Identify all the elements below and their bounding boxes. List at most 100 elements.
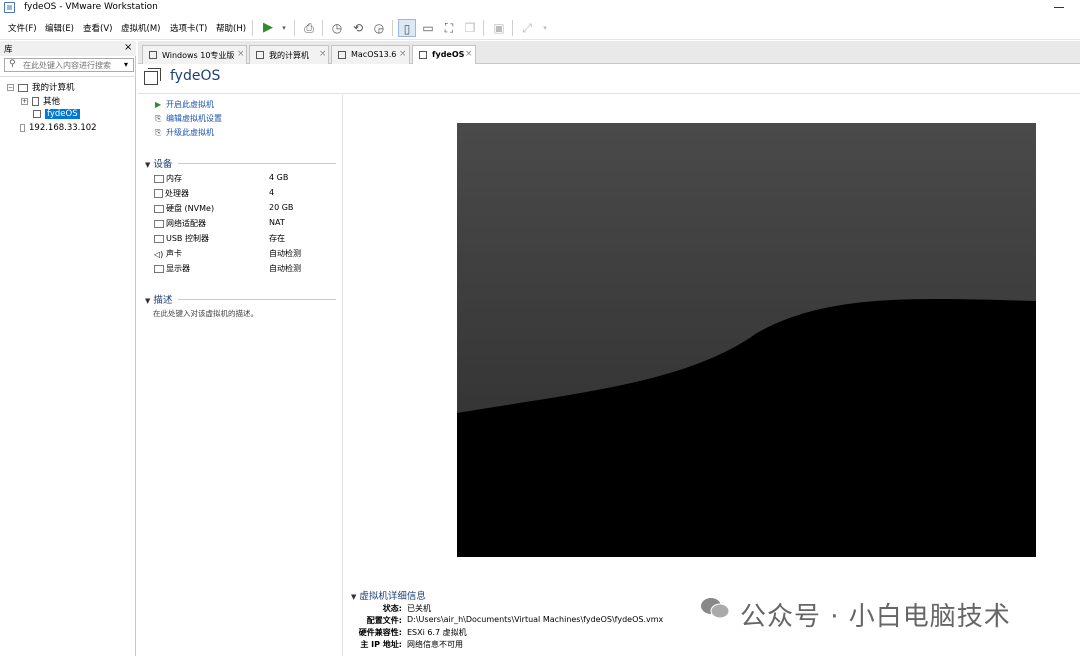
vmware-app-icon bbox=[4, 2, 15, 13]
details-section-header[interactable]: ▼ 虚拟机详细信息 bbox=[351, 588, 426, 602]
tree-label: 其他 bbox=[43, 97, 61, 107]
search-input[interactable] bbox=[23, 60, 119, 71]
vm-header: fydeOS bbox=[138, 64, 1080, 94]
snapshot-icon[interactable]: ◷ bbox=[328, 19, 346, 37]
upgrade-link[interactable]: ⎘ 升级此虚拟机 bbox=[155, 127, 214, 138]
library-tree: − 我的计算机 + 其他 fydeOS 192.168.33.102 bbox=[0, 76, 134, 656]
tab-fydeos[interactable]: fydeOS × bbox=[412, 45, 476, 65]
folder-icon bbox=[32, 97, 39, 106]
device-name: 显示器 bbox=[166, 264, 190, 273]
description-section-header[interactable]: ▼ 描述 bbox=[145, 292, 172, 306]
detail-key: 硬件兼容性: bbox=[358, 628, 402, 637]
vm-title: fydeOS bbox=[170, 68, 221, 84]
detail-status-value: 已关机 bbox=[407, 604, 431, 613]
device-usb[interactable]: USB 控制器 bbox=[154, 233, 209, 244]
window-title: fydeOS - VMware Workstation bbox=[24, 2, 158, 12]
tree-label: 192.168.33.102 bbox=[29, 123, 97, 133]
detail-key: 状态: bbox=[382, 604, 402, 613]
full-screen-icon[interactable]: ⛶ bbox=[440, 19, 458, 37]
device-sound[interactable]: ◁) 声卡 bbox=[154, 248, 182, 259]
device-network[interactable]: 网络适配器 bbox=[154, 218, 206, 229]
vm-icon bbox=[149, 51, 157, 59]
collapse-icon[interactable]: − bbox=[7, 84, 14, 91]
library-title: 库 bbox=[4, 45, 13, 55]
device-hard-disk[interactable]: 硬盘 (NVMe) bbox=[154, 203, 214, 214]
console-view-icon[interactable]: ▣ bbox=[490, 19, 508, 37]
tree-label: 我的计算机 bbox=[32, 83, 75, 93]
search-dropdown-icon[interactable]: ▾ bbox=[124, 60, 128, 69]
show-library-icon[interactable]: ▯ bbox=[398, 19, 416, 37]
vm-screen-preview[interactable] bbox=[457, 123, 1036, 557]
library-panel: 库 × ⚲ ▾ − 我的计算机 + 其他 fydeOS 192.168.33.102 bbox=[0, 41, 136, 656]
device-cpu[interactable]: 处理器 bbox=[154, 188, 189, 199]
vm-icon bbox=[419, 51, 427, 59]
unity-icon[interactable]: ❐ bbox=[461, 19, 479, 37]
menu-file[interactable]: 文件(F) bbox=[8, 22, 37, 34]
detail-compat-value: ESXi 6.7 虚拟机 bbox=[407, 628, 467, 637]
menu-tabs[interactable]: 选项卡(T) bbox=[170, 22, 207, 34]
section-title: 虚拟机详细信息 bbox=[359, 591, 426, 602]
snapshot-manager-icon[interactable]: ◶ bbox=[370, 19, 388, 37]
toolbar-separator bbox=[322, 20, 323, 36]
stretch-dropdown-icon[interactable]: ▾ bbox=[536, 19, 554, 37]
action-label: 升级此虚拟机 bbox=[166, 128, 214, 137]
menu-vm[interactable]: 虚拟机(M) bbox=[121, 22, 160, 34]
device-name: 处理器 bbox=[165, 189, 189, 198]
menu-bar: 文件(F) 编辑(E) 查看(V) 虚拟机(M) 选项卡(T) 帮助(H) ▶ … bbox=[0, 16, 1080, 40]
description-placeholder[interactable]: 在此处键入对该虚拟机的描述。 bbox=[153, 308, 258, 319]
tree-item-my-computer[interactable]: − 我的计算机 bbox=[7, 81, 75, 93]
stretch-guest-icon[interactable]: ⤢ bbox=[518, 19, 536, 37]
upgrade-icon: ⎘ bbox=[155, 128, 162, 137]
close-tab-icon[interactable]: × bbox=[399, 49, 407, 59]
section-divider bbox=[178, 163, 336, 164]
devices-section-header[interactable]: ▼ 设备 bbox=[145, 156, 172, 170]
device-memory[interactable]: 内存 bbox=[154, 173, 182, 184]
tree-item-other[interactable]: + 其他 bbox=[21, 95, 60, 107]
vm-icon bbox=[144, 68, 161, 85]
settings-icon: ⎘ bbox=[155, 114, 162, 123]
minimize-icon[interactable] bbox=[1054, 7, 1064, 8]
speaker-icon: ◁) bbox=[154, 249, 164, 259]
device-name: USB 控制器 bbox=[166, 234, 209, 243]
tab-label: 我的计算机 bbox=[269, 51, 309, 60]
expand-icon[interactable]: + bbox=[21, 98, 28, 105]
vm-preview-graphic bbox=[457, 123, 1036, 557]
menu-view[interactable]: 查看(V) bbox=[83, 22, 112, 34]
close-tab-icon[interactable]: × bbox=[319, 49, 327, 59]
thumbnail-bar-icon[interactable]: ▭ bbox=[419, 19, 437, 37]
menu-help[interactable]: 帮助(H) bbox=[216, 22, 246, 34]
tab-macos[interactable]: MacOS13.6 × bbox=[331, 45, 410, 64]
vm-summary-pane: ▶ 开启此虚拟机 ⎘ 编辑虚拟机设置 ⎘ 升级此虚拟机 ▼ 设备 内存 4 GB 处理器… bbox=[138, 95, 343, 656]
tab-bar: Windows 10专业版 × 我的计算机 × MacOS13.6 × fyde… bbox=[138, 41, 1080, 65]
device-name: 网络适配器 bbox=[166, 219, 206, 228]
send-ctrl-alt-del-icon[interactable]: ⎙ bbox=[300, 19, 318, 37]
close-library-icon[interactable]: × bbox=[124, 42, 132, 53]
tab-windows10[interactable]: Windows 10专业版 × bbox=[142, 45, 247, 64]
tree-item-fydeos[interactable]: fydeOS bbox=[33, 109, 80, 119]
watermark-text: 公众号 · 小白电脑技术 bbox=[740, 602, 1011, 632]
device-value: 自动检测 bbox=[269, 249, 301, 258]
detail-config-value: D:\Users\air_h\Documents\Virtual Machine… bbox=[407, 615, 664, 624]
tab-my-computer[interactable]: 我的计算机 × bbox=[249, 45, 329, 64]
close-tab-icon[interactable]: × bbox=[465, 49, 473, 59]
power-dropdown-icon[interactable]: ▾ bbox=[275, 19, 293, 37]
vm-icon bbox=[33, 109, 41, 118]
wechat-icon bbox=[701, 598, 730, 619]
computer-icon bbox=[256, 51, 264, 59]
library-search: ⚲ ▾ bbox=[4, 58, 134, 72]
device-display[interactable]: 显示器 bbox=[154, 263, 190, 274]
menu-edit[interactable]: 编辑(E) bbox=[45, 22, 74, 34]
section-title: 描述 bbox=[153, 295, 173, 306]
power-on-link[interactable]: ▶ 开启此虚拟机 bbox=[155, 99, 214, 110]
edit-settings-link[interactable]: ⎘ 编辑虚拟机设置 bbox=[155, 113, 222, 124]
device-value: 4 bbox=[269, 188, 275, 197]
library-header: 库 × bbox=[0, 41, 136, 56]
toolbar-separator bbox=[512, 20, 513, 36]
revert-snapshot-icon[interactable]: ⟲ bbox=[349, 19, 367, 37]
close-tab-icon[interactable]: × bbox=[237, 49, 245, 59]
vm-icon bbox=[338, 51, 346, 59]
play-icon: ▶ bbox=[155, 100, 162, 109]
server-icon bbox=[20, 123, 25, 132]
tree-item-remote[interactable]: 192.168.33.102 bbox=[20, 123, 97, 133]
device-name: 内存 bbox=[166, 174, 182, 183]
